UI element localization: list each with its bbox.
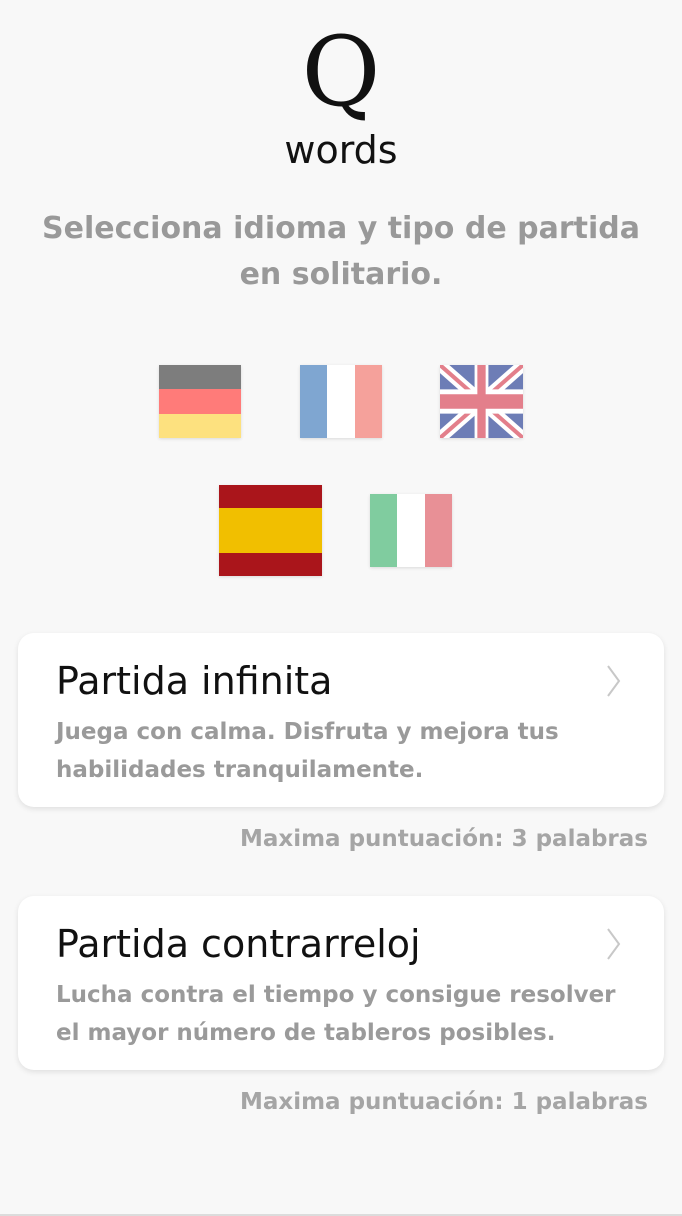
card-description: Juega con calma. Disfruta y mejora tus h…: [56, 719, 559, 783]
max-score-label: Maxima puntuación: 3 palabras: [239, 826, 648, 852]
chevron-right-icon: [607, 928, 621, 960]
flag-band: [370, 494, 398, 567]
flag-band: [219, 485, 322, 508]
flag-band: [159, 365, 241, 390]
french-flag[interactable]: [300, 365, 382, 438]
card-title: Partida contrarreloj: [56, 922, 421, 966]
logo-letter: Q: [301, 16, 381, 128]
uk-flag[interactable]: [440, 365, 523, 438]
logo-word: words: [284, 128, 398, 172]
page-subtitle: Selecciona idioma y tipo de partida en s…: [42, 211, 640, 292]
flag-band: [159, 413, 241, 438]
flag-band: [159, 389, 241, 414]
max-score-label: Maxima puntuación: 1 palabras: [239, 1089, 648, 1115]
flag-band: [219, 553, 322, 576]
flag-band: [327, 365, 355, 438]
infinite-mode-card[interactable]: Partida infinita Juega con calma. Disfru…: [18, 633, 664, 807]
flag-band: [424, 494, 452, 567]
flag-band: [397, 494, 425, 567]
flag-band: [354, 365, 382, 438]
flag-band: [219, 507, 322, 554]
italian-flag[interactable]: [370, 494, 452, 567]
flag-band: [300, 365, 328, 438]
chevron-right-icon: [607, 665, 621, 697]
app-logo: Q words: [0, 22, 682, 170]
card-description: Lucha contra el tiempo y consigue resolv…: [56, 982, 616, 1046]
german-flag[interactable]: [159, 365, 241, 438]
card-title: Partida infinita: [56, 659, 333, 703]
spanish-flag[interactable]: [219, 485, 322, 576]
union-jack-icon: [440, 365, 523, 438]
timed-mode-card[interactable]: Partida contrarreloj Lucha contra el tie…: [18, 896, 664, 1070]
